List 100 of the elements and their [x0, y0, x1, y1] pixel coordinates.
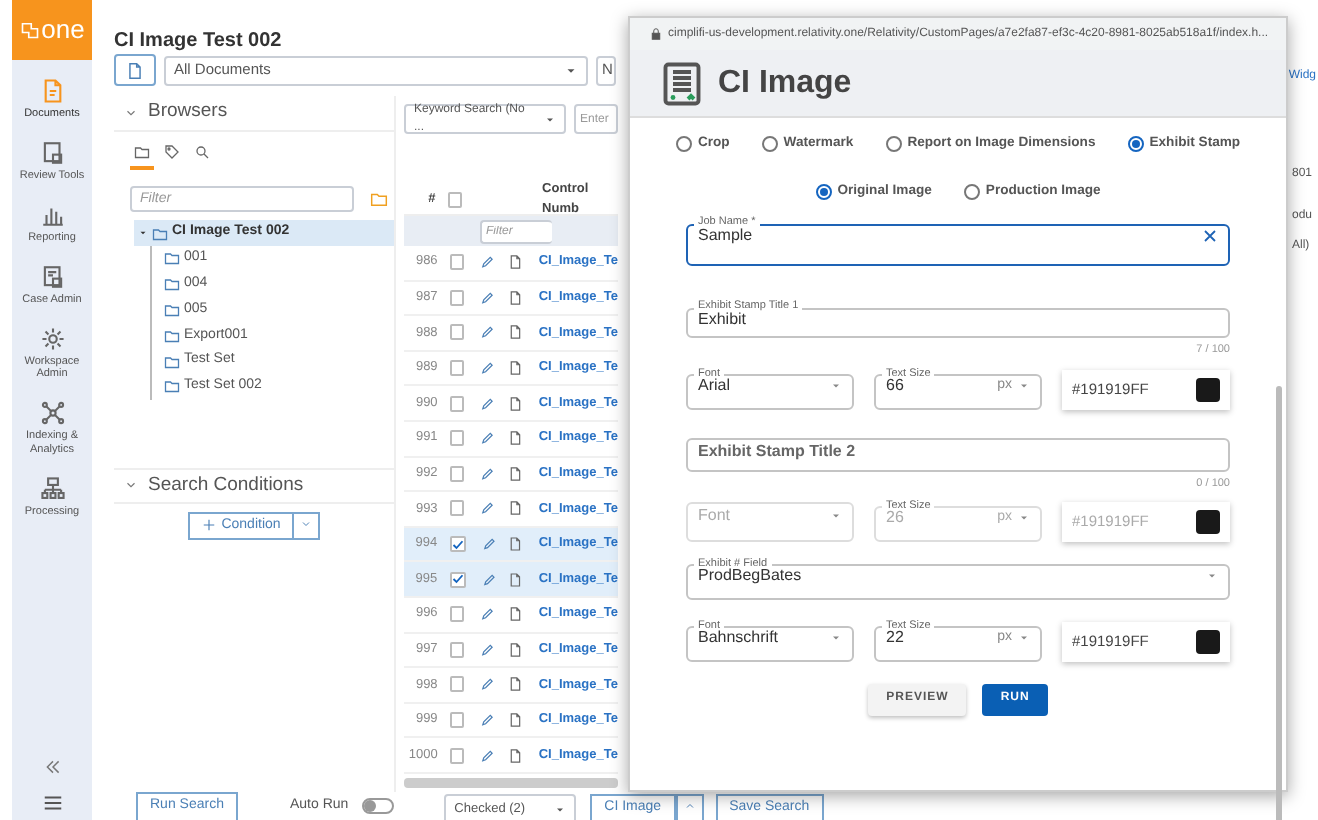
check-icon — [451, 572, 464, 587]
pencil-icon[interactable] — [480, 430, 496, 447]
folder-icon — [134, 144, 150, 160]
pencil-icon[interactable] — [480, 641, 496, 658]
row-checkbox[interactable] — [449, 641, 465, 658]
document-view-button[interactable] — [114, 54, 156, 86]
radio-button[interactable] — [885, 136, 902, 153]
pencil-icon[interactable] — [480, 360, 496, 377]
menu-icon[interactable] — [41, 792, 63, 814]
document-icon[interactable] — [507, 289, 523, 306]
horizontal-scrollbar[interactable] — [404, 777, 618, 788]
panel-title: Browsers — [148, 98, 228, 127]
row-checkbox[interactable] — [449, 536, 466, 553]
document-icon[interactable] — [507, 606, 523, 623]
pencil-icon[interactable] — [480, 712, 496, 729]
expand-button[interactable] — [675, 794, 704, 820]
caret-icon — [1018, 512, 1030, 525]
chevron-icon[interactable] — [124, 478, 138, 493]
row-checkbox[interactable] — [449, 712, 465, 729]
caret-icon — [138, 228, 148, 238]
document-icon — [39, 139, 65, 166]
chevron-icon — [300, 517, 313, 530]
row-checkbox[interactable] — [449, 500, 465, 517]
document-icon[interactable] — [507, 324, 523, 341]
pencil-icon[interactable] — [481, 571, 496, 588]
document-icon[interactable] — [507, 254, 523, 271]
document-icon — [126, 61, 144, 79]
row-checkbox[interactable] — [449, 360, 465, 377]
document-icon[interactable] — [507, 641, 523, 658]
lock-icon — [650, 28, 662, 40]
search-icon — [194, 144, 210, 160]
document-icon[interactable] — [507, 395, 523, 412]
row-checkbox[interactable] — [449, 395, 465, 412]
document-icon — [39, 263, 65, 290]
chevron-up-icon — [683, 799, 696, 812]
pencil-icon[interactable] — [480, 254, 496, 271]
radio-button[interactable] — [815, 184, 832, 201]
vertical-scrollbar[interactable] — [1276, 386, 1282, 820]
radio-button[interactable] — [761, 136, 778, 153]
document-icon[interactable] — [507, 465, 523, 482]
pencil-icon[interactable] — [480, 395, 496, 412]
caret-icon — [1018, 380, 1030, 393]
logo-text: one — [41, 12, 85, 49]
radio-button[interactable] — [675, 136, 692, 153]
caret-icon — [830, 509, 842, 522]
text-input[interactable]: Exhibit — [698, 307, 1218, 332]
clear-icon[interactable] — [1202, 227, 1218, 244]
document-icon[interactable] — [507, 536, 523, 553]
caret-icon — [1206, 570, 1218, 583]
pencil-icon[interactable] — [480, 676, 496, 693]
text-field[interactable]: Exhibit Stamp Title 2 — [686, 437, 1230, 472]
row-checkbox[interactable] — [449, 465, 465, 482]
document-icon[interactable] — [507, 500, 523, 517]
document-icon[interactable] — [507, 360, 523, 377]
row-checkbox[interactable] — [449, 324, 465, 341]
caret-icon — [830, 380, 842, 393]
row-checkbox[interactable] — [449, 676, 465, 693]
pencil-icon[interactable] — [480, 606, 496, 623]
network-icon — [39, 400, 65, 427]
text-input[interactable]: Sample — [698, 223, 1202, 248]
pencil-icon[interactable] — [480, 747, 496, 764]
radio-button[interactable] — [963, 184, 980, 201]
auto-run-toggle[interactable] — [362, 798, 395, 814]
document-icon[interactable] — [507, 747, 523, 764]
caret-icon — [1018, 632, 1030, 645]
dialog-title: CI Image — [718, 63, 852, 103]
pencil-icon[interactable] — [480, 465, 496, 482]
pencil-icon[interactable] — [481, 536, 496, 553]
caret-icon — [544, 113, 556, 125]
document-icon[interactable] — [507, 430, 523, 447]
row-checkbox[interactable] — [449, 289, 465, 306]
pencil-icon[interactable] — [480, 500, 496, 517]
document-pen-icon — [39, 78, 65, 104]
pencil-icon[interactable] — [480, 324, 496, 341]
caret-icon — [554, 803, 567, 815]
document-icon[interactable] — [507, 676, 523, 693]
row-checkbox[interactable] — [449, 747, 465, 764]
chevron-icon[interactable] — [124, 106, 138, 120]
check-icon — [451, 537, 464, 552]
folder-icon[interactable] — [370, 190, 388, 208]
tag-icon — [164, 144, 180, 160]
caret-icon — [564, 63, 578, 77]
row-checkbox[interactable] — [449, 571, 466, 588]
select-all-checkbox[interactable] — [447, 191, 463, 207]
gear-icon — [39, 325, 65, 351]
collapse-icon[interactable] — [43, 758, 61, 776]
row-checkbox[interactable] — [449, 254, 465, 271]
row-checkbox[interactable] — [449, 606, 465, 623]
plus-icon — [201, 518, 216, 533]
pencil-icon[interactable] — [480, 289, 496, 306]
hierarchy-icon — [39, 476, 65, 502]
radio-button[interactable] — [1127, 136, 1144, 153]
page-title: CI Image Test 002 — [114, 30, 282, 52]
logo-icon — [19, 18, 40, 42]
text-input[interactable]: Exhibit Stamp Title 2 — [698, 439, 1218, 464]
caret-icon — [830, 632, 842, 645]
row-checkbox[interactable] — [449, 430, 465, 447]
document-icon[interactable] — [507, 571, 523, 588]
dropdown-button[interactable] — [294, 511, 321, 540]
document-icon[interactable] — [507, 712, 523, 729]
